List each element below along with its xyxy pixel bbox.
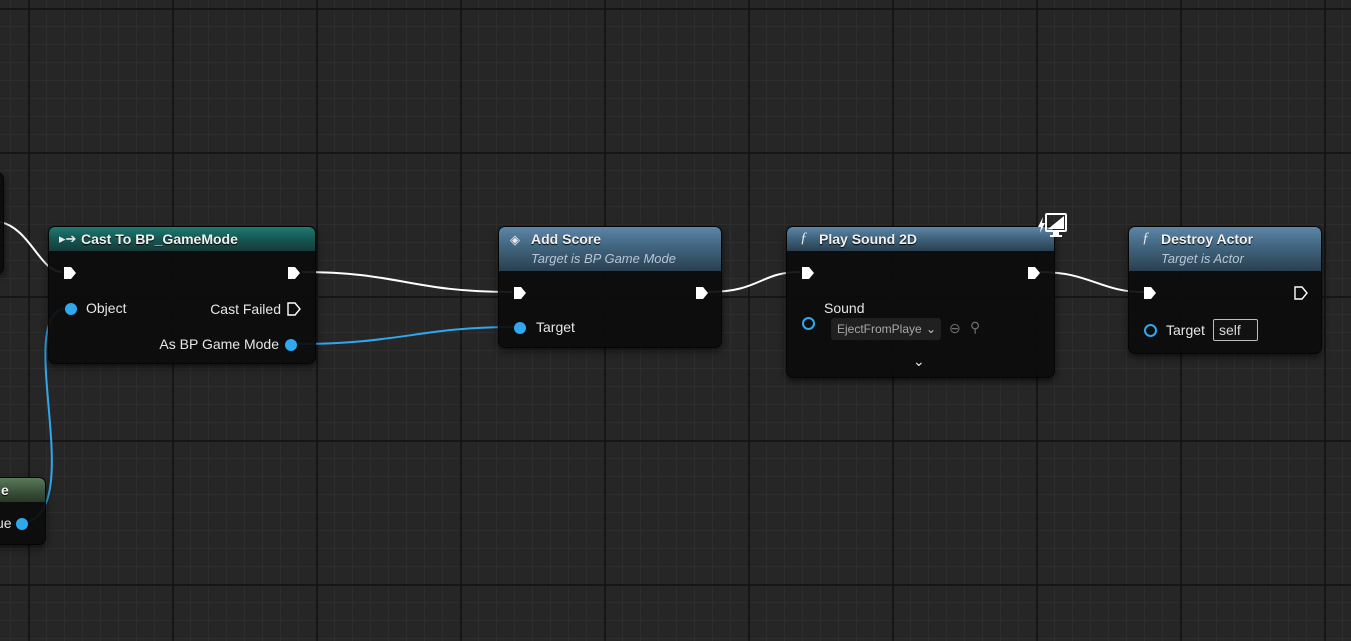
cast-to-node[interactable]: ▸➔ Cast To BP_GameMode Object Cast Faile… — [48, 226, 316, 364]
add-score-node[interactable]: ◈ Add Score Target is BP Game Mode Targe… — [498, 226, 722, 348]
browse-search-icon[interactable]: ⚲ — [970, 319, 980, 336]
play-sound-header[interactable]: ƒ Play Sound 2D — [787, 227, 1054, 251]
sound-asset-dropdown[interactable]: EjectFromPlaye ⌄ — [831, 318, 941, 340]
use-selected-asset-icon[interactable]: ⊖ — [949, 320, 961, 337]
play-sound-2d-node[interactable]: ƒ Play Sound 2D Sound EjectFromPlaye ⌄ ⊖… — [786, 226, 1055, 378]
add-score-header[interactable]: ◈ Add Score Target is BP Game Mode — [499, 227, 721, 271]
monitor-lightning-icon — [1038, 213, 1067, 237]
cast-node-header[interactable]: ▸➔ Cast To BP_GameMode — [49, 227, 315, 251]
play-sound-title: Play Sound 2D — [819, 231, 918, 247]
exec-in-pin[interactable] — [1143, 286, 1157, 300]
destroy-actor-node[interactable]: ƒ Destroy Actor Target is Actor Target s… — [1128, 226, 1322, 354]
offscreen-pin-label: ue — [0, 515, 12, 531]
exec-out-pin[interactable] — [695, 286, 709, 300]
exec-in-pin[interactable] — [513, 286, 527, 300]
expand-chevron-icon[interactable]: ⌄ — [913, 353, 925, 370]
target-pin[interactable] — [514, 322, 526, 334]
add-score-title: Add Score — [531, 231, 602, 247]
destroy-actor-title: Destroy Actor — [1161, 231, 1254, 247]
as-game-mode-label: As BP Game Mode — [159, 336, 279, 352]
exec-in-pin[interactable] — [801, 266, 815, 280]
destroy-actor-subtitle: Target is Actor — [1161, 251, 1244, 266]
target-pin-label: Target — [1166, 322, 1205, 338]
sound-pin[interactable] — [802, 317, 815, 330]
as-game-mode-pin[interactable] — [285, 339, 297, 351]
exec-out-pin[interactable] — [1294, 286, 1308, 300]
exec-out-pin[interactable] — [287, 266, 301, 280]
offscreen-node-top[interactable] — [0, 172, 4, 274]
object-pin[interactable] — [65, 303, 77, 315]
function-f-icon: ƒ — [800, 230, 808, 246]
function-f-icon: ƒ — [1142, 230, 1150, 246]
target-default-input[interactable]: self — [1213, 319, 1258, 341]
object-wire-gamemode-to-target[interactable] — [295, 326, 515, 345]
event-diamond-icon: ◈ — [510, 232, 520, 247]
offscreen-output-pin[interactable] — [16, 518, 28, 530]
destroy-actor-header[interactable]: ƒ Destroy Actor Target is Actor — [1129, 227, 1321, 271]
target-pin[interactable] — [1144, 324, 1157, 337]
offscreen-node-bottom[interactable]: e ue — [0, 477, 46, 545]
sound-asset-value: EjectFromPlaye — [837, 322, 922, 336]
exec-wire-cast-to-add-score[interactable] — [301, 271, 513, 293]
cast-node-title: Cast To BP_GameMode — [81, 231, 238, 247]
sound-pin-label: Sound — [824, 300, 865, 316]
cast-failed-label: Cast Failed — [210, 301, 281, 317]
object-pin-label: Object — [86, 300, 127, 316]
chevron-down-icon: ⌄ — [925, 322, 936, 336]
offscreen-node-header[interactable]: e — [0, 478, 45, 502]
add-score-subtitle: Target is BP Game Mode — [531, 251, 676, 266]
offscreen-node-title: e — [1, 482, 9, 498]
cast-arrow-icon: ▸➔ — [59, 231, 77, 246]
exec-out-pin[interactable] — [1027, 266, 1041, 280]
exec-in-pin[interactable] — [63, 266, 77, 280]
target-pin-label: Target — [536, 319, 575, 335]
cast-failed-pin[interactable] — [287, 302, 301, 316]
